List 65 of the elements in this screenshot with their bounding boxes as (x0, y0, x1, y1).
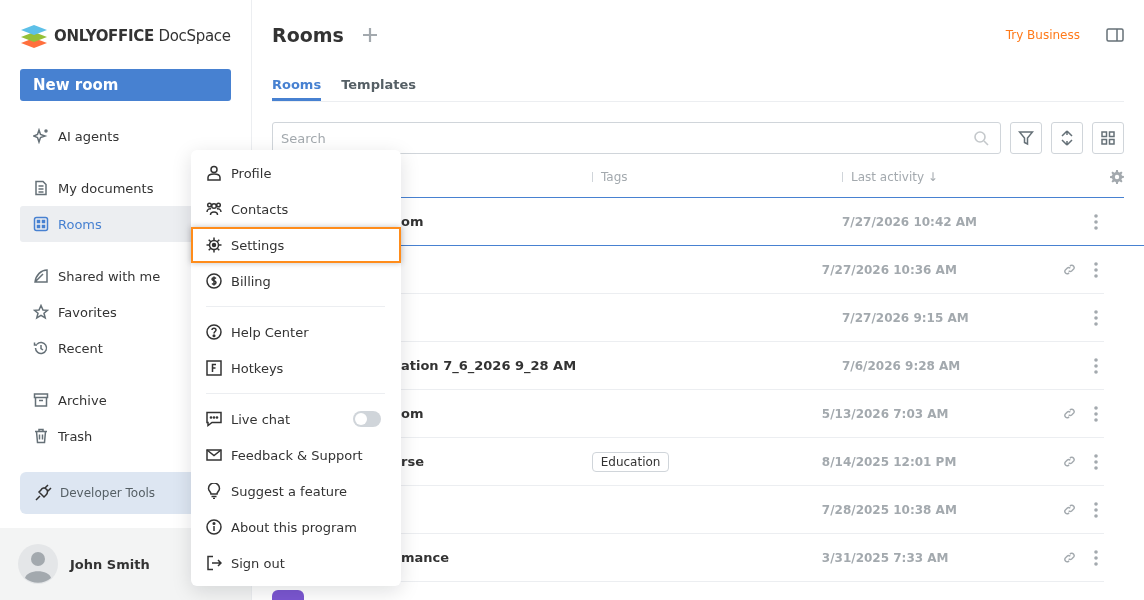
table-cell: 7/28/2025 10:38 AM (821, 502, 957, 517)
user-name: John Smith (70, 556, 150, 572)
history-icon (33, 340, 49, 356)
link-icon[interactable] (1063, 551, 1076, 564)
grid-icon (1100, 130, 1116, 146)
table-cell: 7/27/2026 10:42 AM (842, 214, 977, 229)
archive-icon (33, 392, 49, 408)
star-icon (33, 304, 49, 320)
sparkle-icon (33, 128, 49, 144)
dollar-icon (206, 273, 222, 289)
chat-icon (206, 411, 222, 427)
settings-icon[interactable] (1110, 170, 1124, 184)
help-icon (206, 324, 222, 340)
logo-icon (20, 24, 48, 48)
more-icon[interactable] (1094, 501, 1098, 518)
filter-icon (1018, 130, 1034, 146)
grid-icon (33, 216, 49, 232)
link-icon[interactable] (1063, 503, 1076, 516)
menu-item[interactable]: Settings (191, 227, 401, 263)
leaf-icon (33, 268, 49, 284)
search-icon (973, 130, 989, 146)
logo-text: ONLYOFFICE DocSpace (54, 27, 231, 45)
table-cell: 3/31/2025 7:33 AM (821, 550, 949, 565)
table-cell: 7/6/2026 9:28 AM (842, 358, 961, 373)
person-icon (206, 165, 222, 181)
filter-button[interactable] (1010, 122, 1042, 154)
sort-button[interactable] (1051, 122, 1083, 154)
table-cell: 7/27/2026 10:36 AM (821, 262, 957, 277)
view-button[interactable] (1092, 122, 1124, 154)
bulb-icon (206, 483, 222, 499)
new-room-button[interactable]: New room (20, 69, 231, 101)
table-cell: 7/27/2026 9:15 AM (842, 310, 969, 325)
page-title: Rooms (272, 24, 344, 46)
more-icon[interactable] (1094, 549, 1098, 566)
link-icon[interactable] (1063, 455, 1076, 468)
document-icon (33, 180, 49, 196)
sort-icon (1059, 130, 1075, 146)
table-cell: 5/13/2026 7:03 AM (821, 406, 949, 421)
plug-icon (34, 484, 52, 502)
info-icon (206, 519, 222, 535)
panel-icon[interactable] (1106, 28, 1124, 42)
tag[interactable]: Education (591, 451, 670, 472)
trash-icon (33, 428, 49, 444)
toggle-switch[interactable] (353, 411, 381, 427)
more-icon[interactable] (1094, 261, 1098, 278)
more-icon[interactable] (1094, 405, 1098, 422)
people-icon (206, 201, 222, 217)
sidebar-item[interactable]: AI agents (20, 118, 231, 154)
plus-icon[interactable] (361, 27, 378, 43)
mail-icon (206, 447, 222, 463)
more-icon[interactable] (1094, 213, 1098, 230)
menu-item[interactable]: Sign out (191, 545, 401, 581)
avatar[interactable] (18, 544, 58, 584)
tab[interactable]: Rooms (272, 70, 322, 101)
table-cell: 8/14/2025 12:01 PM (821, 454, 957, 469)
link-icon[interactable] (1063, 407, 1076, 420)
search-field[interactable]: Search (272, 122, 1001, 154)
more-icon[interactable] (1094, 357, 1098, 374)
more-icon[interactable] (1094, 309, 1098, 326)
sign-out-icon (206, 555, 222, 571)
tab[interactable]: Templates (341, 70, 416, 101)
more-icon[interactable] (1094, 453, 1098, 470)
settings-icon (206, 237, 222, 253)
hotkey-icon (206, 360, 222, 376)
link-icon[interactable] (1063, 263, 1076, 276)
